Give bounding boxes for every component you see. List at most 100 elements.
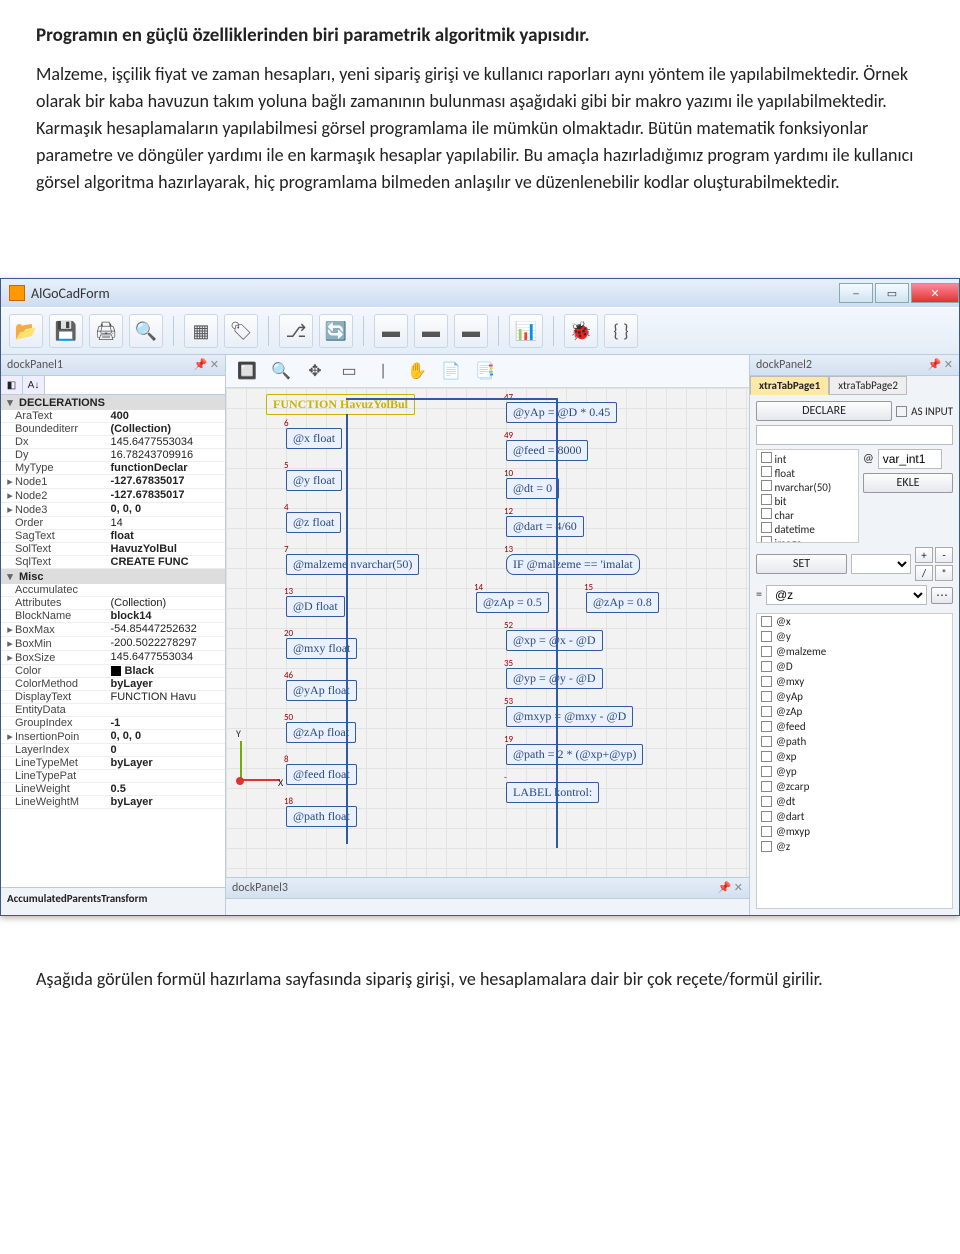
close-button[interactable]: ✕ xyxy=(911,283,959,303)
propgrid-row[interactable]: ▸BoxMax-54.85447252632 xyxy=(1,623,225,637)
propgrid-row[interactable]: LineWeight0.5 xyxy=(1,783,225,796)
property-grid[interactable]: ◧ A↓ ▾DECLERATIONS AraText400Boundediter… xyxy=(1,376,225,887)
type-list[interactable]: int float nvarchar(50) bit char datetime… xyxy=(756,449,859,543)
propgrid-row[interactable]: ColorMethodbyLayer xyxy=(1,678,225,691)
propgrid-tab-cat[interactable]: ◧ xyxy=(1,376,23,394)
propgrid-row[interactable]: LineTypeMetbyLayer xyxy=(1,757,225,770)
ekle-button[interactable]: EKLE xyxy=(863,473,953,493)
doc-icon[interactable]: 📄 xyxy=(438,359,464,383)
propgrid-row[interactable]: Dy16.78243709916 xyxy=(1,449,225,462)
var-item[interactable]: @zcarp xyxy=(757,779,952,794)
asinput-checkbox[interactable]: AS INPUT xyxy=(896,405,953,418)
type-item[interactable]: float xyxy=(759,466,856,480)
var-item[interactable]: @z xyxy=(757,839,952,854)
dock-pin-icon[interactable]: 📌 ✕ xyxy=(928,358,953,372)
type-item[interactable]: bit xyxy=(759,494,856,508)
flowchart-canvas[interactable]: FUNCTION HavuzYolBul @x float6@y float5@… xyxy=(226,388,749,877)
var-item[interactable]: @xp xyxy=(757,749,952,764)
right-tab-2[interactable]: xtraTabPage2 xyxy=(829,376,907,395)
hand-icon[interactable]: ✋ xyxy=(404,359,430,383)
set-dropdown[interactable] xyxy=(851,554,911,574)
flow-node[interactable]: @z float xyxy=(286,512,341,533)
declare-input[interactable] xyxy=(756,425,953,445)
var-item[interactable]: @zAp xyxy=(757,704,952,719)
propgrid-row[interactable]: ▸Node2-127.67835017 xyxy=(1,489,225,503)
op-minus[interactable]: - xyxy=(935,547,953,563)
propgrid-row[interactable]: SagTextfloat xyxy=(1,530,225,543)
propgrid-row[interactable]: MyTypefunctionDeclar xyxy=(1,462,225,475)
dock-pin-icon[interactable]: 📌 ✕ xyxy=(718,881,743,895)
save-button[interactable]: 💾 xyxy=(49,314,83,348)
propgrid-row[interactable]: Dx145.6477553034 xyxy=(1,436,225,449)
propgrid-row[interactable]: ▸InsertionPoin0, 0, 0 xyxy=(1,730,225,744)
img-button[interactable]: 🏷 xyxy=(224,314,258,348)
propgrid-row[interactable]: ColorBlack xyxy=(1,665,225,678)
propgrid-row[interactable]: ▸BoxSize145.6477553034 xyxy=(1,651,225,665)
propgrid-row[interactable]: SqlTextCREATE FUNC xyxy=(1,556,225,569)
propgrid-row[interactable]: GroupIndex-1 xyxy=(1,717,225,730)
type-item[interactable]: image xyxy=(759,536,856,543)
propgrid-row[interactable]: LineTypePat xyxy=(1,770,225,783)
var-item[interactable]: @malzeme xyxy=(757,644,952,659)
flow-node[interactable]: @zAp = 0.5 xyxy=(476,592,549,613)
flow-node[interactable]: @path = 2 * (@xp+@yp) xyxy=(506,744,643,765)
propgrid-row[interactable]: ▸BoxMin-200.5022278297 xyxy=(1,637,225,651)
declare-button[interactable]: DECLARE xyxy=(756,401,892,421)
varname-input[interactable] xyxy=(878,449,942,469)
propgrid-row[interactable]: LayerIndex0 xyxy=(1,744,225,757)
type-item[interactable]: char xyxy=(759,508,856,522)
connect-button[interactable]: ⎇ xyxy=(279,314,313,348)
flow-node[interactable]: @dt = 0 xyxy=(506,478,559,499)
var-item[interactable]: @path xyxy=(757,734,952,749)
var-item[interactable]: @x xyxy=(757,614,952,629)
var-item[interactable]: @D xyxy=(757,659,952,674)
grid-button[interactable]: ▦ xyxy=(184,314,218,348)
propgrid-row[interactable]: ▸Node30, 0, 0 xyxy=(1,503,225,517)
propgrid-cat-declarations[interactable]: ▾DECLERATIONS xyxy=(1,395,225,410)
chart-button[interactable]: 📊 xyxy=(509,314,543,348)
flow-node[interactable]: @dart = 4/60 xyxy=(506,516,584,537)
eq-dropdown[interactable]: @z xyxy=(766,585,927,605)
type-item[interactable]: datetime xyxy=(759,522,856,536)
align-mid-button[interactable]: ▬ xyxy=(414,314,448,348)
propgrid-row[interactable]: Attributes(Collection) xyxy=(1,597,225,610)
var-item[interactable]: @yAp xyxy=(757,689,952,704)
pan-icon[interactable]: ✥ xyxy=(302,359,328,383)
var-item[interactable]: @yp xyxy=(757,764,952,779)
propgrid-row[interactable]: EntityData xyxy=(1,704,225,717)
bug-button[interactable]: 🐞 xyxy=(564,314,598,348)
extent-icon[interactable]: ▭ xyxy=(336,359,362,383)
propgrid-row[interactable]: SolTextHavuzYolBul xyxy=(1,543,225,556)
var-item[interactable]: @dart xyxy=(757,809,952,824)
flow-node[interactable]: @yp = @y - @D xyxy=(506,668,603,689)
minimize-button[interactable]: ─ xyxy=(839,283,873,303)
flow-node[interactable]: @D float xyxy=(286,596,345,617)
var-item[interactable]: @mxy xyxy=(757,674,952,689)
open-button[interactable]: 📂 xyxy=(9,314,43,348)
propgrid-row[interactable]: ▸Node1-127.67835017 xyxy=(1,475,225,489)
maximize-button[interactable]: ▭ xyxy=(875,283,909,303)
code-button[interactable]: { } xyxy=(604,314,638,348)
flow-node[interactable]: @zAp = 0.8 xyxy=(586,592,659,613)
print-button[interactable]: 🖨 xyxy=(89,314,123,348)
copy-icon[interactable]: 📑 xyxy=(472,359,498,383)
flow-node[interactable]: @mxyp = @mxy - @D xyxy=(506,706,633,727)
flow-node[interactable]: @y float xyxy=(286,470,342,491)
preview-button[interactable]: 🔍 xyxy=(129,314,163,348)
propgrid-row[interactable]: Accumulatec xyxy=(1,584,225,597)
flow-node[interactable]: @x float xyxy=(286,428,342,449)
var-item[interactable]: @feed xyxy=(757,719,952,734)
variable-list[interactable]: @x@y@malzeme@D@mxy@yAp@zAp@feed@path@xp@… xyxy=(756,613,953,909)
op-mul[interactable]: * xyxy=(935,565,953,581)
flow-node[interactable]: IF @malzeme == 'imalat xyxy=(506,554,640,575)
type-item[interactable]: nvarchar(50) xyxy=(759,480,856,494)
var-item[interactable]: @mxyp xyxy=(757,824,952,839)
flow-node[interactable]: @malzeme nvarchar(50) xyxy=(286,554,419,575)
propgrid-row[interactable]: LineWeightMbyLayer xyxy=(1,796,225,809)
propgrid-tab-az[interactable]: A↓ xyxy=(23,376,45,394)
flow-node[interactable]: @yAp = @D * 0.45 xyxy=(506,402,617,423)
dock-pin-icon[interactable]: 📌 ✕ xyxy=(194,358,219,372)
propgrid-row[interactable]: DisplayTextFUNCTION Havu xyxy=(1,691,225,704)
propgrid-row[interactable]: Boundediterr(Collection) xyxy=(1,423,225,436)
flow-node[interactable]: @xp = @x - @D xyxy=(506,630,603,651)
